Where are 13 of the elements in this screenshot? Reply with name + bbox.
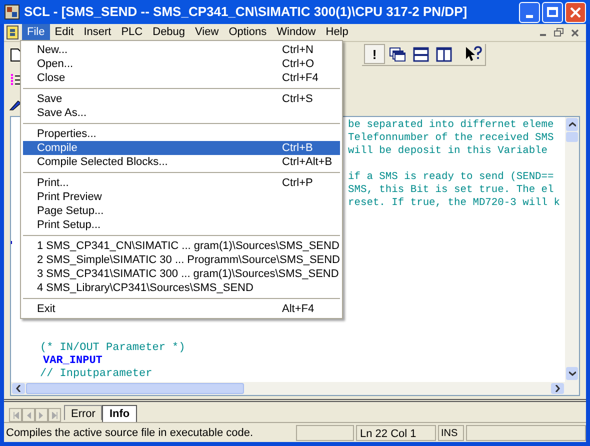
code-comment: if a SMS is ready to send (SEND== <box>348 171 555 184</box>
code-comment: Telefonnumber of the received SMS <box>348 132 555 145</box>
code-comment: // Inputparameter <box>40 368 154 381</box>
code-comment: reset. If true, the MD720-3 will k <box>348 197 562 210</box>
cursor-position: Ln 22 Col 1 <box>356 425 436 441</box>
insert-mode: INS <box>438 425 464 441</box>
code-comment: (* IN/OUT Parameter *) <box>40 342 186 355</box>
code-comment: SMS, this Bit is set true. The el <box>348 184 555 197</box>
code-comment: will be deposit in this Variable <box>348 145 549 158</box>
code-comment: be separated into differnet eleme <box>348 119 555 132</box>
window-title: SCL - [SMS_SEND -- SMS_CP341_CN\SIMATIC 300(1)\CPU 317-2 PN/DP] <box>24 3 468 22</box>
code-keyword: VAR_INPUT <box>42 355 104 368</box>
status-message: Compiles the active source file in executable code. <box>5 426 254 441</box>
